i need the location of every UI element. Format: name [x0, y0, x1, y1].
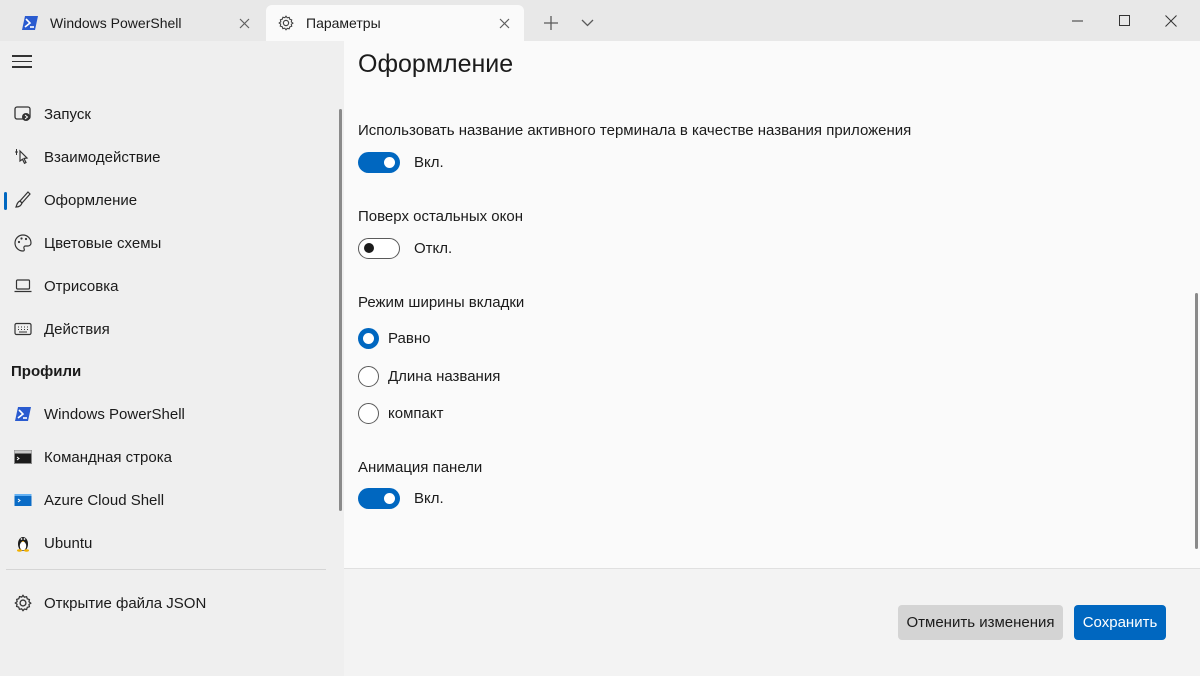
- sidebar-item-label: Отрисовка: [44, 277, 119, 295]
- keyboard-icon: [13, 319, 33, 339]
- footer-bar: Отменить изменения Сохранить: [344, 568, 1200, 676]
- maximize-button[interactable]: [1101, 0, 1147, 41]
- sidebar-item-appearance[interactable]: Оформление: [0, 180, 330, 220]
- divider: [6, 569, 326, 570]
- toggle-always-on-top[interactable]: Откл.: [358, 237, 452, 259]
- toggle-switch[interactable]: [358, 487, 400, 509]
- sidebar-item-actions[interactable]: Действия: [0, 309, 330, 349]
- sidebar-item-label: Открытие файла JSON: [44, 594, 207, 612]
- radio-option-title-length[interactable]: Длина названия: [358, 365, 500, 387]
- sidebar-item-label: Взаимодействие: [44, 148, 161, 166]
- toggle-pane-animation[interactable]: Вкл.: [358, 487, 444, 509]
- linux-icon: [13, 533, 33, 553]
- sidebar-item-label: Запуск: [44, 105, 91, 123]
- tab-windows-powershell[interactable]: Windows PowerShell: [6, 5, 264, 41]
- close-window-button[interactable]: [1148, 0, 1194, 41]
- new-tab-button[interactable]: [538, 10, 564, 36]
- sidebar-item-profile-cmd[interactable]: Командная строка: [0, 437, 330, 477]
- profiles-header: Профили: [11, 363, 82, 380]
- tab-settings[interactable]: Параметры: [266, 5, 524, 41]
- radio-option-compact[interactable]: компакт: [358, 402, 443, 424]
- radio-label: Длина названия: [388, 367, 501, 385]
- powershell-icon: [13, 404, 33, 424]
- content-scrollbar[interactable]: [1195, 293, 1198, 549]
- radio-label: Равно: [388, 329, 431, 347]
- sidebar-scrollbar[interactable]: [339, 109, 342, 511]
- sidebar-item-label: Ubuntu: [44, 534, 93, 552]
- sidebar-item-label: Действия: [44, 320, 110, 338]
- save-button[interactable]: Сохранить: [1074, 605, 1166, 640]
- toggle-switch[interactable]: [358, 237, 400, 259]
- brush-icon: [13, 190, 33, 210]
- interaction-icon: [13, 147, 33, 167]
- close-tab-icon[interactable]: [496, 15, 512, 31]
- tab-label: Windows PowerShell: [50, 15, 182, 31]
- radio-button[interactable]: [358, 402, 379, 424]
- sidebar-item-color-schemes[interactable]: Цветовые схемы: [0, 223, 330, 263]
- open-json-file-button[interactable]: Открытие файла JSON: [0, 583, 330, 623]
- sidebar-item-rendering[interactable]: Отрисовка: [0, 266, 330, 306]
- sidebar-item-startup[interactable]: Запуск: [0, 94, 330, 134]
- setting-label-use-active-title: Использовать название активного терминал…: [358, 122, 912, 139]
- azure-icon: [13, 490, 33, 510]
- cmd-icon: [13, 447, 33, 467]
- sidebar-item-label: Командная строка: [44, 448, 172, 466]
- chevron-down-icon[interactable]: [574, 10, 600, 36]
- sidebar-item-label: Azure Cloud Shell: [44, 491, 165, 509]
- sidebar-item-profile-powershell[interactable]: Windows PowerShell: [0, 394, 330, 434]
- toggle-state-text: Откл.: [414, 239, 453, 257]
- sidebar-item-profile-azure[interactable]: Azure Cloud Shell: [0, 480, 330, 520]
- sidebar: Запуск Взаимодействие Оформление Цветовы…: [0, 41, 344, 676]
- hamburger-menu-icon[interactable]: [12, 55, 32, 69]
- radio-label: компакт: [388, 404, 444, 422]
- gear-icon: [278, 15, 294, 31]
- close-tab-icon[interactable]: [236, 15, 252, 31]
- toggle-state-text: Вкл.: [414, 153, 444, 171]
- sidebar-item-label: Windows PowerShell: [44, 405, 185, 423]
- page-title: Оформление: [358, 50, 514, 78]
- discard-changes-button[interactable]: Отменить изменения: [898, 605, 1063, 640]
- settings-content: Оформление Использовать название активно…: [344, 41, 1200, 676]
- sidebar-item-interaction[interactable]: Взаимодействие: [0, 137, 330, 177]
- radio-option-equal[interactable]: Равно: [358, 327, 430, 349]
- palette-icon: [13, 233, 33, 253]
- gear-icon: [13, 593, 33, 613]
- minimize-button[interactable]: [1054, 0, 1100, 41]
- sidebar-item-label: Оформление: [44, 191, 138, 209]
- setting-label-always-on-top: Поверх остальных окон: [358, 208, 523, 225]
- laptop-icon: [13, 276, 33, 296]
- toggle-use-active-title[interactable]: Вкл.: [358, 151, 444, 173]
- toggle-state-text: Вкл.: [414, 489, 444, 507]
- setting-label-pane-animation: Анимация панели: [358, 459, 483, 476]
- title-bar: Windows PowerShell Параметры: [0, 0, 1200, 41]
- radio-button[interactable]: [358, 327, 379, 349]
- tab-label: Параметры: [306, 15, 381, 31]
- powershell-icon: [22, 15, 38, 31]
- radio-button[interactable]: [358, 365, 379, 387]
- setting-label-tab-width-mode: Режим ширины вкладки: [358, 294, 525, 311]
- toggle-switch[interactable]: [358, 151, 400, 173]
- sidebar-item-label: Цветовые схемы: [44, 234, 162, 252]
- sidebar-item-profile-ubuntu[interactable]: Ubuntu: [0, 523, 330, 563]
- startup-icon: [13, 104, 33, 124]
